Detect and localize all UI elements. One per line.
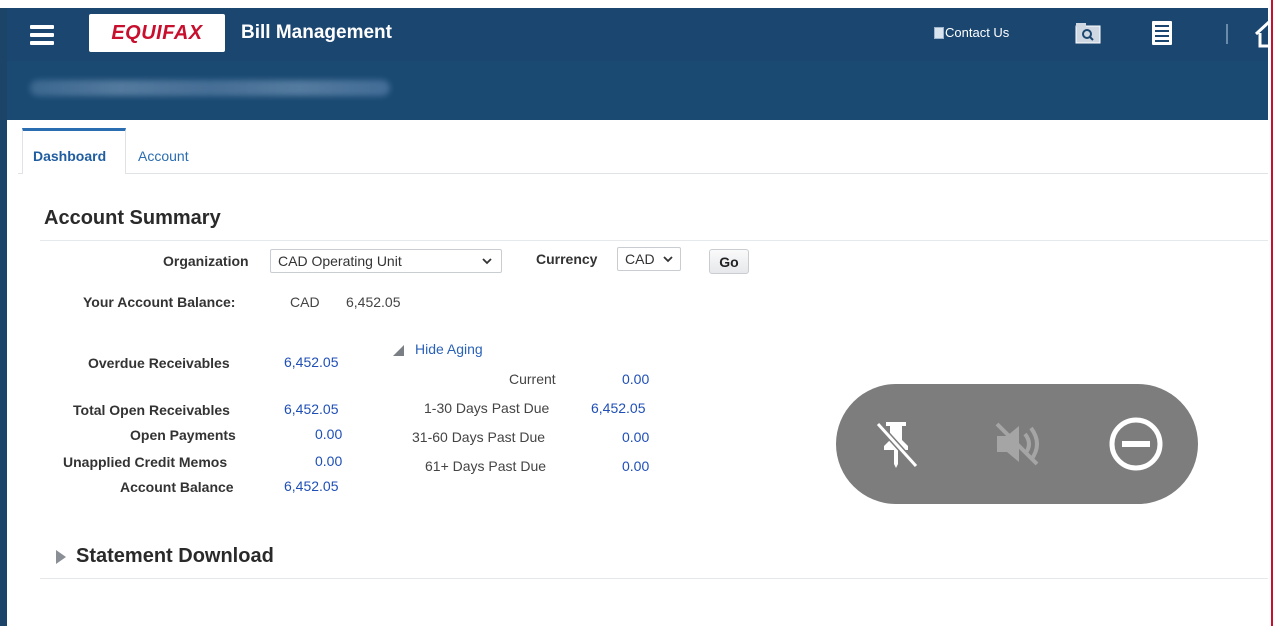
tabs-underline xyxy=(18,173,1268,174)
overdue-receivables-value[interactable]: 6,452.05 xyxy=(284,354,339,370)
aging-1-30-value[interactable]: 6,452.05 xyxy=(591,400,646,416)
go-button[interactable]: Go xyxy=(709,249,749,274)
blurred-account-name xyxy=(30,80,390,96)
aging-31-60-label: 31-60 Days Past Due xyxy=(412,429,546,445)
logo-text: EQUIFAX xyxy=(111,21,203,44)
hide-aging-link[interactable]: Hide Aging xyxy=(415,341,483,357)
app-title: Bill Management xyxy=(241,22,392,43)
chevron-down-icon xyxy=(663,256,673,263)
section-divider xyxy=(40,240,1268,241)
overdue-receivables-label: Overdue Receivables xyxy=(88,355,230,371)
currency-value: CAD xyxy=(625,251,655,267)
aging-current-label: Current xyxy=(509,371,556,387)
statement-download-title[interactable]: Statement Download xyxy=(76,545,274,568)
organization-select[interactable]: CAD Operating Unit xyxy=(270,249,502,273)
document-list-icon[interactable] xyxy=(1150,20,1174,46)
minus-circle-icon[interactable] xyxy=(1106,414,1166,474)
account-summary-title: Account Summary xyxy=(44,207,221,229)
aging-1-30-label: 1-30 Days Past Due xyxy=(424,400,550,416)
open-payments-label: Open Payments xyxy=(130,427,236,443)
balance-amount: 6,452.05 xyxy=(346,294,401,310)
equifax-logo[interactable]: EQUIFAX xyxy=(89,14,225,52)
chevron-down-icon xyxy=(482,258,492,265)
currency-select[interactable]: CAD xyxy=(617,247,681,271)
currency-label: Currency xyxy=(536,251,598,267)
organization-label: Organization xyxy=(163,253,249,269)
hamburger-menu-icon[interactable] xyxy=(30,25,54,45)
unapplied-credit-memos-label: Unapplied Credit Memos xyxy=(63,454,228,470)
balance-currency: CAD xyxy=(290,294,320,310)
window-frame-right xyxy=(1268,0,1279,626)
account-balance-row-value[interactable]: 6,452.05 xyxy=(284,478,339,494)
window-frame-left xyxy=(0,0,7,626)
aging-31-60-value[interactable]: 0.00 xyxy=(622,429,649,445)
header-divider xyxy=(1226,24,1228,44)
pin-off-icon[interactable] xyxy=(866,414,926,474)
broken-image-icon xyxy=(934,26,944,39)
tab-dashboard[interactable]: Dashboard xyxy=(33,148,106,164)
aging-61-plus-label: 61+ Days Past Due xyxy=(425,458,547,474)
organization-value: CAD Operating Unit xyxy=(278,253,402,269)
total-open-receivables-value[interactable]: 6,452.05 xyxy=(284,401,339,417)
collapse-triangle-icon[interactable] xyxy=(393,345,404,356)
aging-current-value[interactable]: 0.00 xyxy=(622,371,649,387)
tab-account[interactable]: Account xyxy=(138,148,189,164)
window-edge-accent xyxy=(1271,0,1273,626)
window-frame-top xyxy=(0,0,1279,8)
total-open-receivables-label: Total Open Receivables xyxy=(73,402,230,418)
open-payments-value[interactable]: 0.00 xyxy=(315,426,342,442)
unapplied-credit-memos-value[interactable]: 0.00 xyxy=(315,453,342,469)
expand-triangle-icon[interactable] xyxy=(56,550,66,564)
account-balance-label: Your Account Balance: xyxy=(83,294,236,310)
account-balance-row-label: Account Balance xyxy=(120,479,234,495)
statement-divider xyxy=(40,578,1268,579)
search-icon[interactable] xyxy=(1074,21,1102,45)
contact-us-label: Contact Us xyxy=(945,25,1010,40)
contact-us-link[interactable]: Contact Us xyxy=(934,25,1009,40)
aging-61-plus-value[interactable]: 0.00 xyxy=(622,458,649,474)
volume-off-icon[interactable] xyxy=(987,414,1047,474)
floating-control-overlay xyxy=(836,384,1198,504)
